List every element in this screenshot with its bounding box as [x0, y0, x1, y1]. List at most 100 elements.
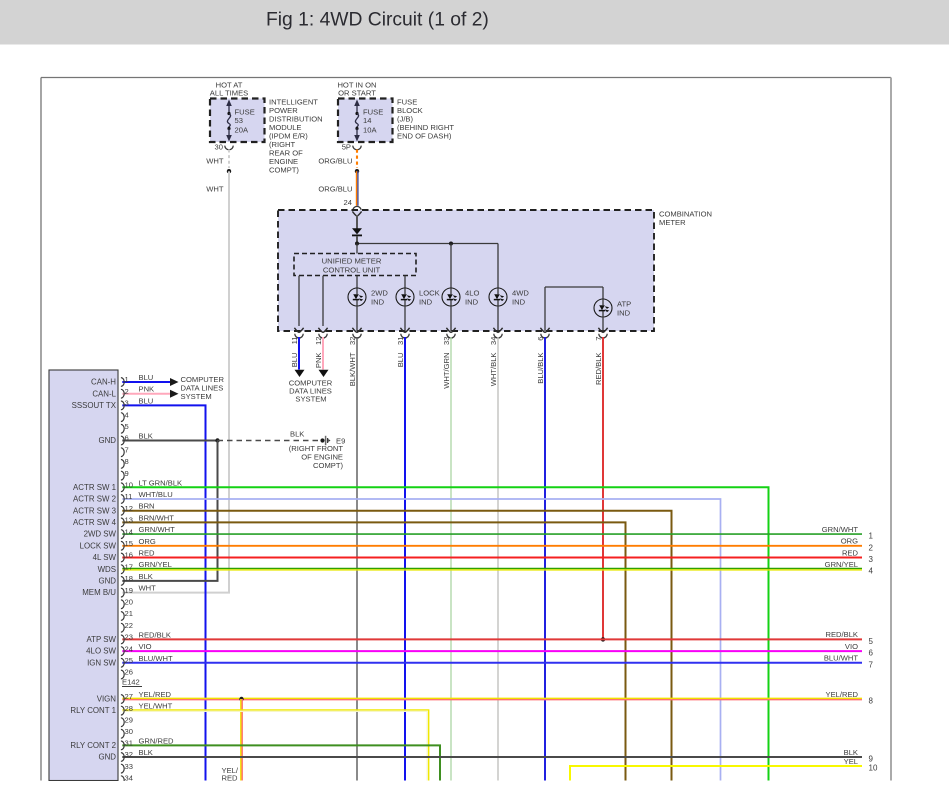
svg-text:7: 7 [869, 660, 874, 669]
svg-text:30: 30 [215, 143, 223, 152]
svg-text:5P: 5P [342, 143, 351, 152]
svg-text:BLK: BLK [139, 432, 153, 441]
svg-text:11: 11 [290, 337, 299, 345]
svg-text:WHT: WHT [206, 157, 224, 166]
svg-text:CAN-L: CAN-L [92, 389, 116, 398]
svg-text:ORG: ORG [139, 537, 156, 546]
svg-text:RED/BLK: RED/BLK [594, 353, 603, 386]
svg-text:30: 30 [125, 727, 133, 736]
svg-text:CONTROL UNIT: CONTROL UNIT [323, 265, 381, 274]
svg-text:UNIFIED METER: UNIFIED METER [322, 257, 382, 266]
svg-text:4LO: 4LO [465, 289, 479, 298]
svg-text:GRN/WHT: GRN/WHT [139, 525, 176, 534]
svg-text:8: 8 [125, 457, 129, 466]
svg-text:RLY CONT 1: RLY CONT 1 [70, 706, 116, 715]
svg-text:1: 1 [869, 532, 874, 541]
svg-text:14: 14 [125, 527, 133, 536]
svg-text:IND: IND [419, 298, 433, 307]
svg-text:LOCK: LOCK [419, 289, 440, 298]
svg-text:18: 18 [125, 574, 133, 583]
svg-text:3: 3 [869, 555, 874, 564]
svg-text:MEM B/U: MEM B/U [82, 588, 116, 597]
svg-text:3: 3 [125, 399, 129, 408]
svg-text:BLU: BLU [139, 373, 154, 382]
svg-text:10A: 10A [363, 126, 377, 135]
svg-text:23: 23 [125, 633, 133, 642]
svg-text:BLK: BLK [139, 748, 153, 757]
svg-text:BLU: BLU [290, 353, 299, 368]
svg-text:16: 16 [125, 551, 133, 560]
svg-text:WHT/GRN: WHT/GRN [442, 353, 451, 389]
svg-text:20A: 20A [235, 126, 249, 135]
svg-text:BLK: BLK [290, 430, 304, 439]
svg-text:12: 12 [125, 504, 133, 513]
svg-text:4L SW: 4L SW [93, 553, 117, 562]
svg-text:SYSTEM: SYSTEM [181, 392, 212, 401]
svg-text:ACTR SW 2: ACTR SW 2 [73, 495, 116, 504]
svg-text:6: 6 [869, 649, 874, 658]
svg-text:ATP SW: ATP SW [86, 635, 116, 644]
svg-text:WHT: WHT [139, 584, 157, 593]
svg-text:11: 11 [125, 492, 133, 501]
svg-text:YEL/WHT: YEL/WHT [139, 702, 173, 711]
svg-text:RED/BLK: RED/BLK [826, 630, 859, 639]
svg-text:7: 7 [594, 337, 603, 341]
svg-text:END OF DASH): END OF DASH) [397, 132, 452, 141]
svg-text:14: 14 [363, 116, 371, 125]
svg-text:BRN: BRN [139, 502, 155, 511]
svg-text:32: 32 [125, 750, 133, 759]
svg-text:GRN/WHT: GRN/WHT [822, 525, 859, 534]
svg-text:YEL/RED: YEL/RED [139, 690, 172, 699]
svg-text:6: 6 [125, 434, 129, 443]
svg-text:ORG/BLU: ORG/BLU [318, 185, 352, 194]
svg-text:10: 10 [869, 764, 878, 773]
svg-text:RED: RED [842, 548, 859, 557]
svg-text:12: 12 [314, 337, 323, 345]
svg-text:ACTR SW 1: ACTR SW 1 [73, 483, 116, 492]
svg-text:5: 5 [869, 637, 874, 646]
svg-text:21: 21 [125, 609, 133, 618]
svg-text:GRN/YEL: GRN/YEL [825, 560, 858, 569]
svg-text:24: 24 [125, 644, 133, 653]
svg-text:ATP: ATP [617, 300, 631, 309]
svg-text:GRN/RED: GRN/RED [139, 736, 175, 745]
svg-text:VIO: VIO [139, 642, 152, 651]
svg-text:20: 20 [125, 598, 133, 607]
svg-text:RLY CONT 2: RLY CONT 2 [70, 741, 116, 750]
svg-text:BLU/BLK: BLU/BLK [536, 353, 545, 384]
svg-text:IND: IND [617, 309, 631, 318]
svg-text:ACTR SW 3: ACTR SW 3 [73, 506, 117, 515]
svg-text:10: 10 [125, 481, 133, 490]
svg-text:LT GRN/BLK: LT GRN/BLK [139, 478, 183, 487]
svg-text:COMPT): COMPT) [313, 461, 343, 470]
svg-text:GND: GND [98, 436, 116, 445]
svg-text:BLU/WHT: BLU/WHT [824, 654, 859, 663]
svg-text:6: 6 [536, 337, 545, 341]
svg-text:15: 15 [125, 539, 133, 548]
svg-text:SYSTEM: SYSTEM [295, 395, 326, 404]
svg-text:CAN-H: CAN-H [91, 378, 116, 387]
svg-text:Fig 1: 4WD Circuit (1 of 2): Fig 1: 4WD Circuit (1 of 2) [266, 10, 489, 31]
svg-text:17: 17 [125, 562, 133, 571]
svg-text:IND: IND [371, 298, 385, 307]
svg-text:9: 9 [869, 755, 874, 764]
svg-text:25: 25 [125, 656, 133, 665]
svg-text:53: 53 [235, 116, 243, 125]
svg-text:RED/BLK: RED/BLK [139, 630, 172, 639]
svg-text:BLU: BLU [139, 396, 154, 405]
svg-text:SSSOUT TX: SSSOUT TX [72, 401, 117, 410]
svg-text:COMPT): COMPT) [269, 166, 299, 175]
svg-text:PNK: PNK [139, 385, 155, 394]
svg-text:E142: E142 [122, 678, 140, 687]
svg-text:1: 1 [125, 375, 129, 384]
svg-text:26: 26 [125, 668, 133, 677]
svg-text:FUSE: FUSE [235, 107, 255, 116]
svg-text:BLU: BLU [396, 353, 405, 368]
svg-text:GND: GND [98, 753, 116, 762]
svg-text:FUSE: FUSE [363, 107, 383, 116]
svg-text:13: 13 [125, 516, 133, 525]
svg-text:4: 4 [125, 410, 129, 419]
svg-text:GRN/YEL: GRN/YEL [139, 560, 172, 569]
svg-text:VIGN: VIGN [97, 695, 117, 704]
svg-text:5: 5 [125, 422, 129, 431]
